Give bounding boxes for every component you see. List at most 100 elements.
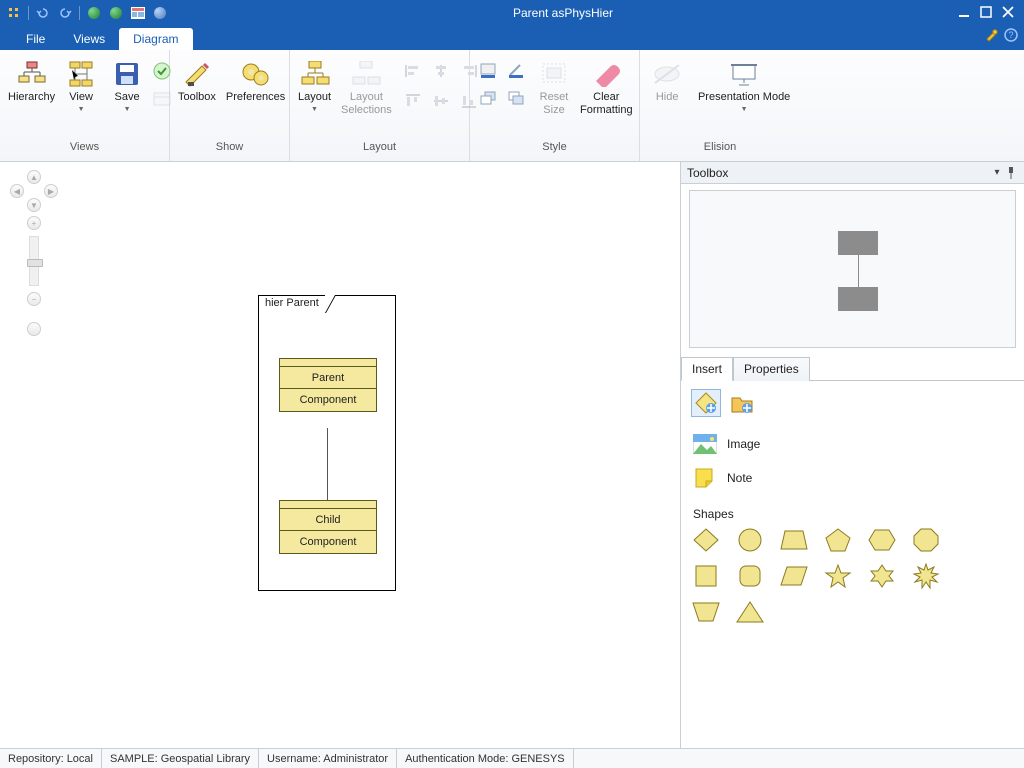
align-top-icon[interactable]: [402, 90, 424, 112]
shape-circle[interactable]: [735, 527, 765, 553]
toolbox-button[interactable]: Toolbox: [178, 56, 216, 104]
diagram-node-child[interactable]: Child Component: [279, 500, 377, 554]
layout-button[interactable]: Layout ▼: [298, 56, 331, 113]
pan-up-button[interactable]: ▲: [27, 170, 41, 184]
help-icon[interactable]: ?: [1004, 28, 1018, 42]
shape-octagon[interactable]: [911, 527, 941, 553]
chevron-down-icon: ▼: [124, 104, 131, 113]
node-name: Child: [280, 509, 376, 531]
note-icon: [693, 467, 717, 489]
content-area: ▲ ◀ ▶ ▼ + − hier Parent Parent Component…: [0, 162, 1024, 748]
presentation-mode-button[interactable]: Presentation Mode ▼: [696, 56, 792, 113]
ribbon-group-views: Hierarchy View ▼ Save ▼: [0, 50, 170, 161]
zoom-slider[interactable]: [29, 236, 39, 286]
send-back-icon[interactable]: [506, 88, 528, 110]
insert-note-item[interactable]: Note: [691, 461, 1014, 495]
app-icon: [6, 5, 22, 21]
tab-views[interactable]: Views: [59, 28, 119, 50]
undo-button[interactable]: [35, 5, 51, 21]
hide-button[interactable]: Hide: [648, 56, 686, 104]
hierarchy-button[interactable]: Hierarchy: [8, 56, 55, 104]
toolbox-header: Toolbox ▾: [681, 162, 1024, 184]
shape-burst[interactable]: [911, 563, 941, 589]
shape-diamond[interactable]: [691, 527, 721, 553]
close-button[interactable]: [1002, 6, 1016, 20]
svg-text:?: ?: [1008, 30, 1013, 40]
pan-right-button[interactable]: ▶: [44, 184, 58, 198]
view-button[interactable]: View ▼: [65, 56, 97, 113]
pin-icon[interactable]: [1004, 166, 1018, 180]
shape-star6[interactable]: [867, 563, 897, 589]
qat-tile-icon[interactable]: [130, 5, 146, 21]
status-bar: Repository: Local SAMPLE: Geospatial Lib…: [0, 748, 1024, 768]
insert-mode-component-icon[interactable]: [691, 389, 721, 417]
shape-square[interactable]: [691, 563, 721, 589]
tab-insert[interactable]: Insert: [681, 357, 733, 381]
chevron-down-icon: ▼: [741, 104, 748, 113]
toolbox-panel: Toolbox ▾ Insert Properties: [680, 162, 1024, 748]
qat-orb-1[interactable]: [86, 5, 102, 21]
status-sample: SAMPLE: Geospatial Library: [102, 749, 259, 768]
ribbon-tabs: File Views Diagram ?: [0, 26, 1024, 50]
ribbon-group-elision: Hide Presentation Mode ▼ Elision: [640, 50, 800, 161]
shape-pentagon[interactable]: [823, 527, 853, 553]
tab-diagram[interactable]: Diagram: [119, 28, 192, 50]
quick-access-toolbar: [0, 5, 168, 21]
qat-orb-2[interactable]: [108, 5, 124, 21]
chevron-down-icon: ▼: [311, 104, 318, 113]
tab-file[interactable]: File: [12, 28, 59, 50]
ribbon-group-layout: Layout ▼ Layout Selections La: [290, 50, 470, 161]
align-middle-icon[interactable]: [430, 90, 452, 112]
align-left-icon[interactable]: [402, 60, 424, 82]
node-name: Parent: [280, 367, 376, 389]
insert-image-item[interactable]: Image: [691, 427, 1014, 461]
maximize-button[interactable]: [980, 6, 994, 20]
node-type: Component: [280, 389, 376, 411]
status-username: Username: Administrator: [259, 749, 397, 768]
insert-mode-folder-icon[interactable]: [727, 389, 757, 417]
diagram-canvas[interactable]: ▲ ◀ ▶ ▼ + − hier Parent Parent Component…: [0, 162, 680, 748]
redo-button[interactable]: [57, 5, 73, 21]
ribbon: Hierarchy View ▼ Save ▼: [0, 50, 1024, 162]
diagram-connector[interactable]: [327, 428, 328, 503]
tools-icon[interactable]: [984, 28, 998, 42]
layout-selections-button[interactable]: Layout Selections: [341, 56, 392, 117]
status-auth: Authentication Mode: GENESYS: [397, 749, 574, 768]
window-title: Parent asPhysHier: [168, 6, 958, 20]
reset-size-button[interactable]: Reset Size: [538, 56, 570, 117]
node-type: Component: [280, 531, 376, 553]
line-color-icon[interactable]: [506, 60, 528, 82]
zoom-reset-button[interactable]: [27, 322, 41, 336]
ribbon-group-style: Reset Size Clear Formatting Style: [470, 50, 640, 161]
pan-left-button[interactable]: ◀: [10, 184, 24, 198]
save-other-icon[interactable]: [151, 88, 173, 110]
save-button[interactable]: Save ▼: [107, 56, 147, 113]
shape-star5[interactable]: [823, 563, 853, 589]
diagram-node-parent[interactable]: Parent Component: [279, 358, 377, 412]
window-controls: [958, 6, 1024, 20]
qat-info-icon[interactable]: [152, 5, 168, 21]
diagram-frame[interactable]: hier Parent Parent Component Child Compo…: [258, 295, 396, 591]
diagram-frame-label: hier Parent: [258, 295, 326, 313]
preferences-button[interactable]: Preferences: [226, 56, 285, 104]
bring-front-icon[interactable]: [478, 88, 500, 110]
toolbox-dropdown-icon[interactable]: ▾: [990, 166, 1004, 180]
align-center-h-icon[interactable]: [430, 60, 452, 82]
pan-down-button[interactable]: ▼: [27, 198, 41, 212]
shape-trapezoid-down[interactable]: [691, 599, 721, 625]
fill-color-icon[interactable]: [478, 60, 500, 82]
insert-note-label: Note: [727, 471, 752, 485]
clear-formatting-button[interactable]: Clear Formatting: [580, 56, 633, 117]
zoom-in-button[interactable]: +: [27, 216, 41, 230]
shape-trapezoid-up[interactable]: [779, 527, 809, 553]
toolbox-overview[interactable]: [689, 190, 1016, 348]
tab-properties[interactable]: Properties: [733, 357, 810, 381]
shape-rounded-square[interactable]: [735, 563, 765, 589]
shape-hexagon[interactable]: [867, 527, 897, 553]
shape-triangle[interactable]: [735, 599, 765, 625]
shapes-heading: Shapes: [693, 507, 1014, 521]
shape-parallelogram[interactable]: [779, 563, 809, 589]
minimize-button[interactable]: [958, 6, 972, 20]
title-bar: Parent asPhysHier: [0, 0, 1024, 26]
zoom-out-button[interactable]: −: [27, 292, 41, 306]
